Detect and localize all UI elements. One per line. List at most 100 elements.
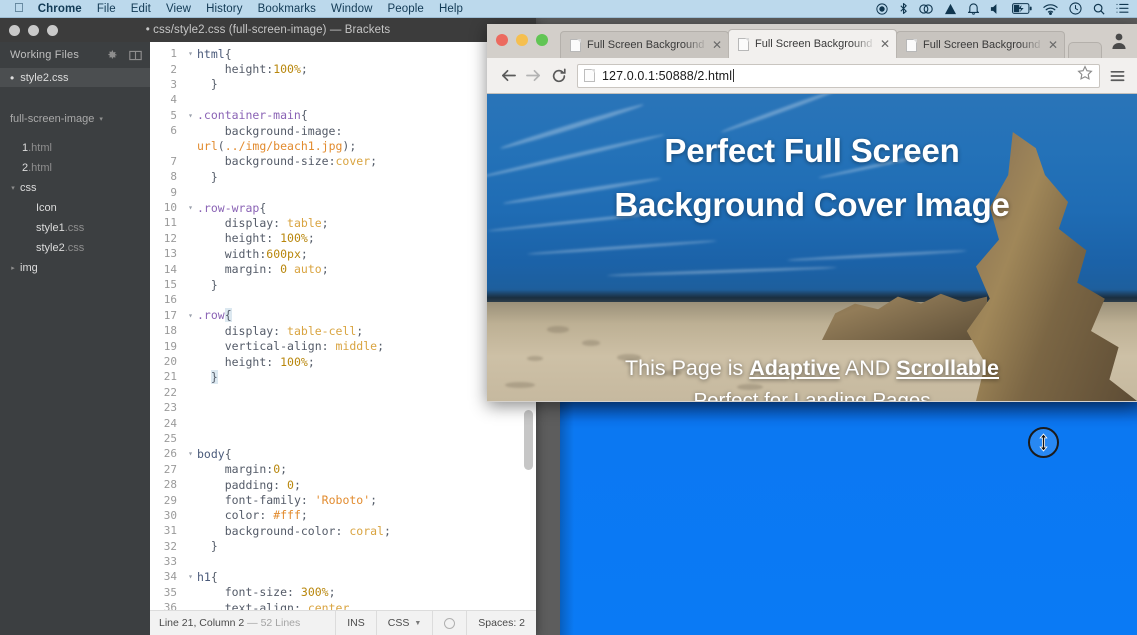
code-line[interactable]: 4: [150, 92, 536, 107]
hamburger-menu-icon[interactable]: [1106, 69, 1128, 83]
profile-avatar-icon[interactable]: [1109, 30, 1129, 52]
chrome-traffic-lights[interactable]: [496, 34, 548, 46]
menu-item-edit[interactable]: Edit: [131, 3, 151, 15]
code-line[interactable]: 24: [150, 415, 536, 430]
code-line[interactable]: 18 display: table-cell;: [150, 323, 536, 338]
indent-setting-button[interactable]: Spaces: 2: [466, 610, 536, 635]
code-editor[interactable]: 1 ▾ html{2 height:100%; 3 } 4 5 ▾ .container-ma…: [150, 42, 536, 610]
code-line[interactable]: 28 padding: 0;: [150, 477, 536, 492]
code-line[interactable]: 5 ▾ .container-main{: [150, 108, 536, 123]
screen-recording-icon[interactable]: [876, 2, 888, 15]
tree-item-img-folder[interactable]: ▸ img: [0, 258, 150, 278]
tree-item-style2-css[interactable]: style2 .css: [0, 238, 150, 258]
tab-2-active[interactable]: Full Screen Background Cover Image ✕: [728, 29, 897, 58]
code-line[interactable]: 34 ▾ h1{: [150, 569, 536, 584]
clock-icon[interactable]: [1069, 2, 1082, 15]
new-tab-button[interactable]: [1068, 42, 1102, 58]
chevron-down-icon[interactable]: ▼: [414, 620, 421, 627]
code-line[interactable]: 11 display: table;: [150, 215, 536, 230]
code-line[interactable]: 14 margin: 0 auto;: [150, 261, 536, 276]
volume-icon[interactable]: [990, 3, 1001, 15]
code-line[interactable]: url(../img/beach1.jpg);: [150, 138, 536, 153]
code-line[interactable]: 2 height:100%;: [150, 61, 536, 76]
menu-item-help[interactable]: Help: [439, 3, 463, 15]
notification-bell-icon[interactable]: [968, 2, 979, 15]
close-button[interactable]: [9, 24, 20, 36]
chevron-down-icon[interactable]: ▾: [99, 115, 103, 123]
code-line[interactable]: 25: [150, 431, 536, 446]
code-line[interactable]: 20 height: 100%;: [150, 354, 536, 369]
minimize-button[interactable]: [28, 24, 39, 36]
tree-item-1-html[interactable]: 1 .html: [0, 138, 150, 158]
web-page-viewport[interactable]: Perfect Full Screen Background Cover Ima…: [487, 94, 1137, 401]
project-root-header[interactable]: full-screen-image ▾: [0, 109, 150, 129]
insert-mode-button[interactable]: INS: [335, 610, 376, 635]
code-line[interactable]: 30 color: #fff;: [150, 508, 536, 523]
page-info-icon[interactable]: [584, 69, 595, 82]
split-view-icon[interactable]: [129, 50, 142, 61]
code-line[interactable]: 31 background-color: coral;: [150, 523, 536, 538]
apple-logo-icon[interactable]: : [14, 1, 24, 14]
menu-item-people[interactable]: People: [388, 3, 424, 15]
code-line[interactable]: 35 font-size: 300%;: [150, 585, 536, 600]
code-line[interactable]: 1 ▾ html{: [150, 46, 536, 61]
code-fold-arrow-icon[interactable]: ▾: [184, 572, 197, 581]
code-line[interactable]: 32 }: [150, 539, 536, 554]
close-button[interactable]: [496, 34, 508, 46]
brackets-sidebar[interactable]: Working Files • style2.css full-screen-i…: [0, 42, 150, 635]
working-file-item[interactable]: • style2.css: [0, 68, 150, 87]
close-icon[interactable]: ✕: [1048, 39, 1058, 51]
code-fold-arrow-icon[interactable]: ▾: [184, 111, 197, 120]
notification-center-icon[interactable]: [1116, 3, 1129, 14]
tree-item-icon[interactable]: Icon: [0, 198, 150, 218]
code-line[interactable]: 19 vertical-align: middle;: [150, 338, 536, 353]
code-line[interactable]: 8 }: [150, 169, 536, 184]
cursor-position-status[interactable]: Line 21, Column 2 — 52 Lines: [150, 617, 300, 629]
minimize-button[interactable]: [516, 34, 528, 46]
maximize-button[interactable]: [536, 34, 548, 46]
folder-twisty-icon[interactable]: ▾: [8, 184, 18, 192]
chrome-tab-strip[interactable]: Full Screen Background Cover Image ✕ Ful…: [487, 24, 1137, 58]
code-line[interactable]: 3 }: [150, 77, 536, 92]
menu-item-history[interactable]: History: [206, 3, 242, 15]
maximize-button[interactable]: [47, 24, 58, 36]
tab-1[interactable]: Full Screen Background Cover Image ✕: [560, 31, 729, 58]
tab-3[interactable]: Full Screen Background Cover Image ✕: [896, 31, 1065, 58]
code-fold-arrow-icon[interactable]: ▾: [184, 449, 197, 458]
code-fold-arrow-icon[interactable]: ▾: [184, 49, 197, 58]
code-line[interactable]: 17 ▾ .row{: [150, 308, 536, 323]
creative-cloud-icon[interactable]: [919, 3, 933, 15]
code-line[interactable]: 10 ▾ .row-wrap{: [150, 200, 536, 215]
code-line[interactable]: 12 height: 100%;: [150, 231, 536, 246]
code-line[interactable]: 15 }: [150, 277, 536, 292]
code-line[interactable]: 16: [150, 292, 536, 307]
menu-item-window[interactable]: Window: [331, 3, 373, 15]
close-icon[interactable]: ✕: [712, 39, 722, 51]
code-line[interactable]: 23: [150, 400, 536, 415]
brackets-titlebar[interactable]: • css/style2.css (full-screen-image) — B…: [0, 18, 536, 42]
chrome-browser-window[interactable]: Full Screen Background Cover Image ✕ Ful…: [487, 24, 1137, 402]
code-line[interactable]: 7 background-size:cover;: [150, 154, 536, 169]
code-line[interactable]: 33: [150, 554, 536, 569]
bluetooth-icon[interactable]: [899, 2, 908, 15]
folder-twisty-icon[interactable]: ▸: [8, 264, 18, 272]
menu-item-chrome[interactable]: Chrome: [38, 3, 82, 15]
tab-list[interactable]: Full Screen Background Cover Image ✕ Ful…: [560, 24, 1102, 58]
google-drive-icon[interactable]: [944, 3, 957, 15]
close-icon[interactable]: ✕: [880, 38, 890, 50]
code-fold-arrow-icon[interactable]: ▾: [184, 311, 197, 320]
project-file-tree[interactable]: 1 .html 2 .html ▾ css Icon style1 .css styl…: [0, 138, 150, 278]
address-bar[interactable]: 127.0.0.1:50888/2.html: [577, 63, 1100, 88]
code-line[interactable]: 13 width:600px;: [150, 246, 536, 261]
wifi-icon[interactable]: [1043, 3, 1058, 15]
tree-item-style1-css[interactable]: style1 .css: [0, 218, 150, 238]
code-fold-arrow-icon[interactable]: ▾: [184, 203, 197, 212]
code-lines-container[interactable]: 1 ▾ html{2 height:100%; 3 } 4 5 ▾ .container-ma…: [150, 42, 536, 610]
code-line[interactable]: 9: [150, 185, 536, 200]
brackets-window[interactable]: • css/style2.css (full-screen-image) — B…: [0, 18, 536, 635]
forward-arrow-icon[interactable]: [521, 68, 546, 83]
menu-item-file[interactable]: File: [97, 3, 116, 15]
lint-status-indicator[interactable]: [432, 610, 466, 635]
star-icon[interactable]: [1077, 65, 1093, 86]
reload-icon[interactable]: [546, 67, 571, 84]
